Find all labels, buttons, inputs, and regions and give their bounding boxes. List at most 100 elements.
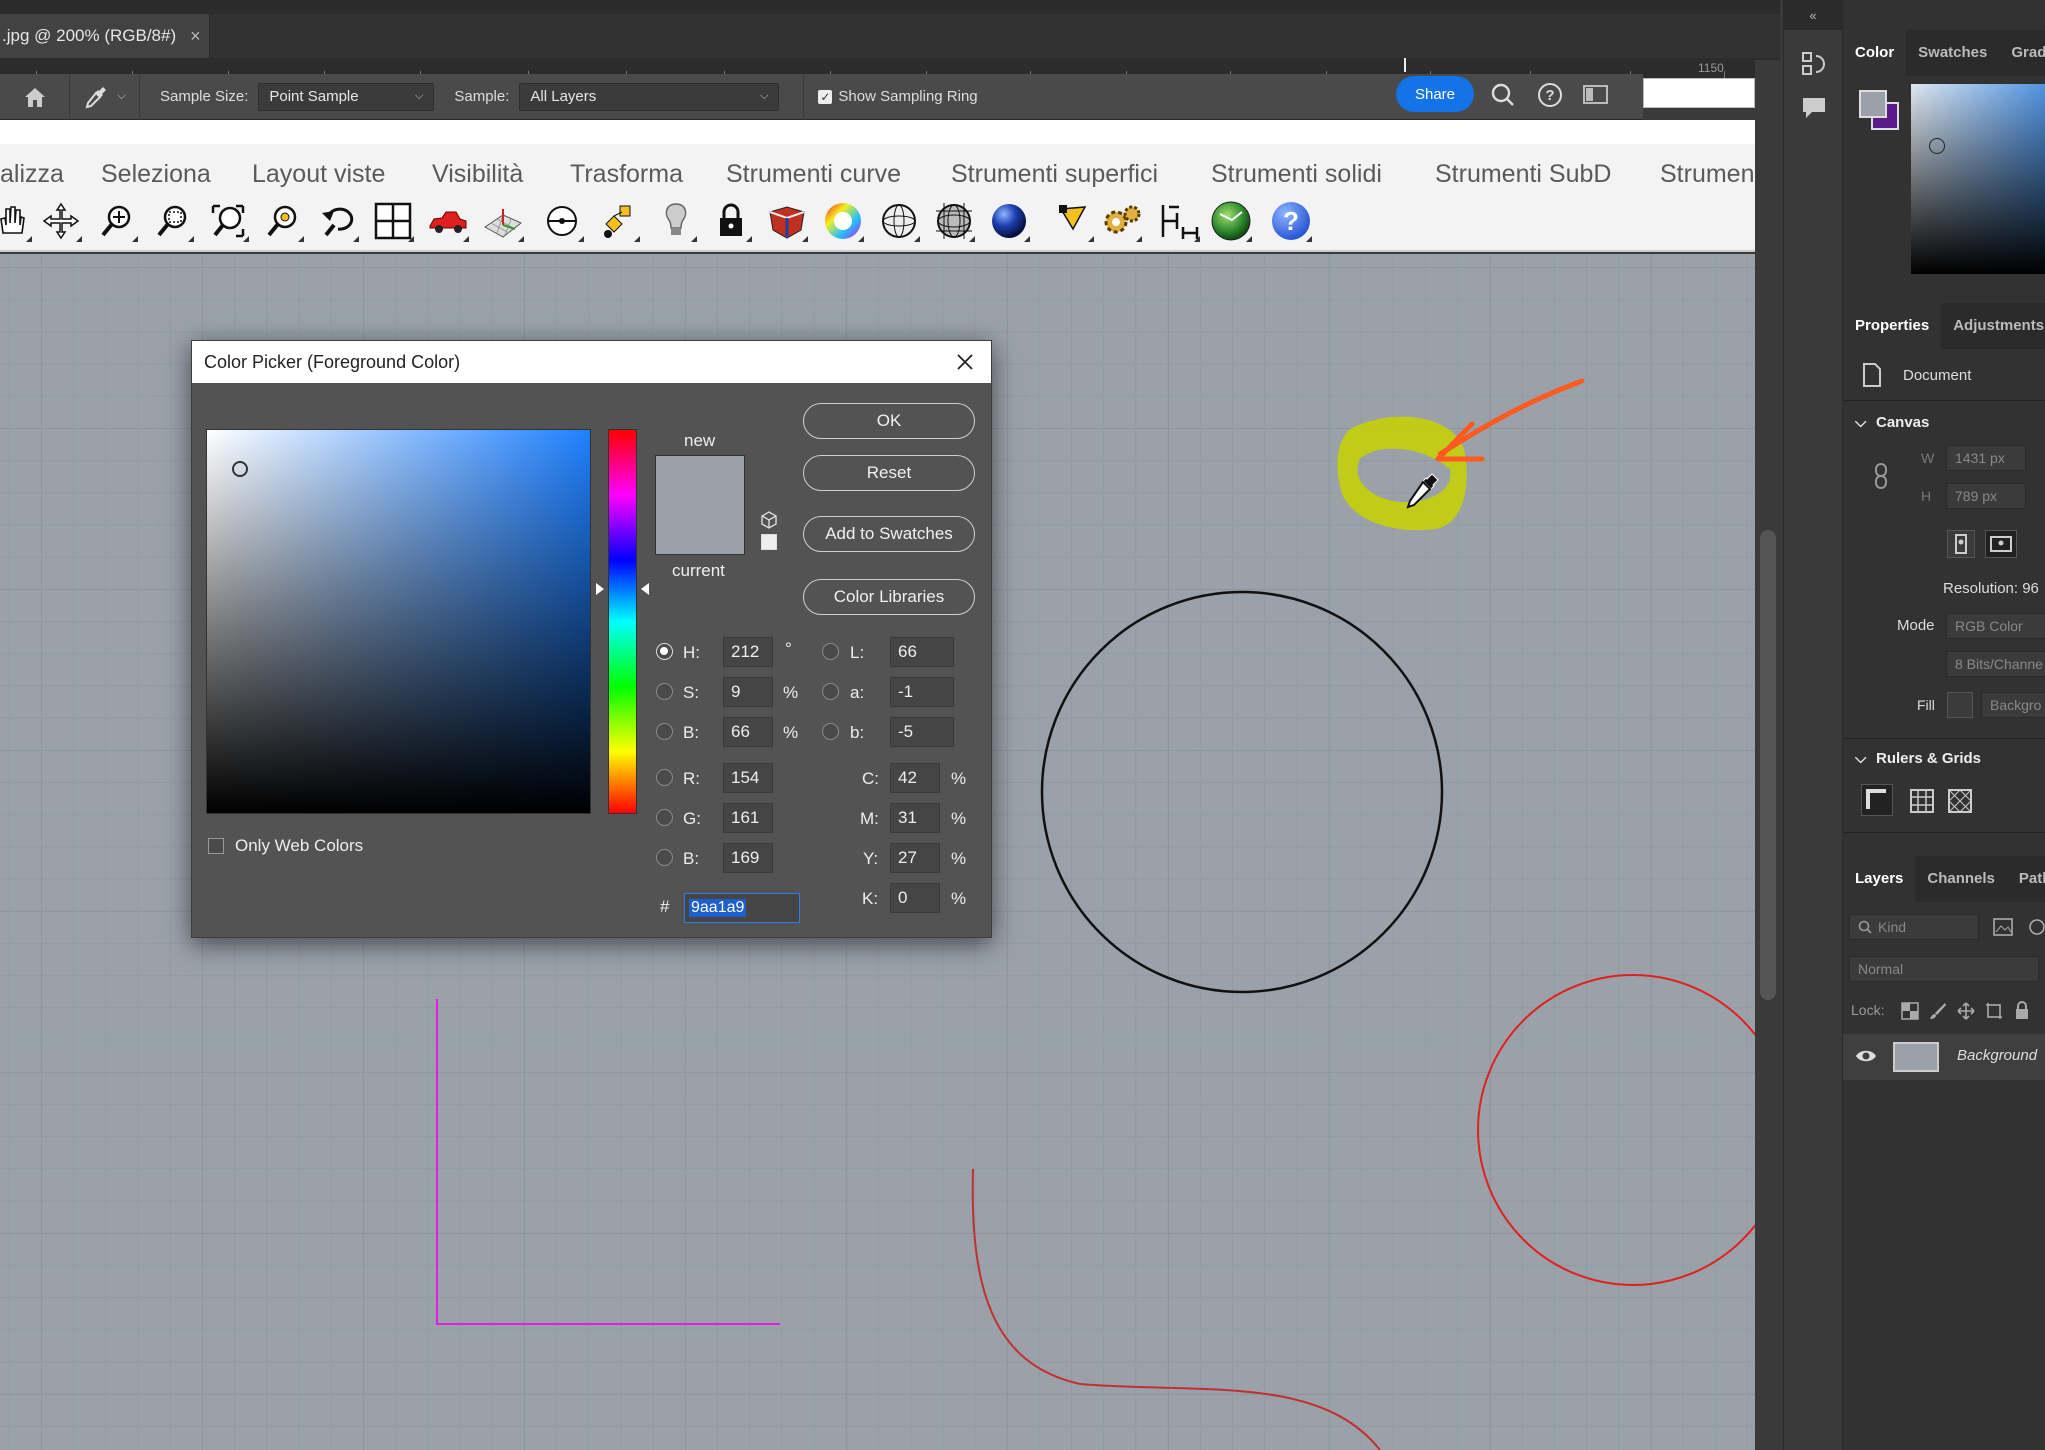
close-tab-icon[interactable]: × [190,26,201,47]
cplane-icon[interactable] [542,200,584,242]
analyze-icon[interactable] [598,200,640,242]
r-field[interactable]: 154 [723,763,773,793]
zoom-selected-icon[interactable] [262,200,304,242]
tab-color[interactable]: Color [1843,30,1907,76]
render-globe-icon[interactable] [1210,200,1252,242]
lab-b-field[interactable]: -5 [890,717,954,747]
menu-item-layout-viste[interactable]: Layout viste [252,160,385,189]
blue-field[interactable]: 169 [723,843,773,873]
a-radio[interactable] [822,683,839,700]
comments-icon[interactable] [1800,94,1828,122]
menu-item-strumenti-subd[interactable]: Strumenti SubD [1435,160,1611,189]
lock-artboard-icon[interactable] [1985,1002,2003,1020]
lock-move-icon[interactable] [1957,1002,1975,1020]
home-button[interactable] [0,73,70,120]
grid-toggle-icon[interactable] [1909,788,1935,814]
four-viewports-icon[interactable] [372,200,414,242]
zoom-dynamic-icon[interactable] [96,200,138,242]
pan-hand-icon[interactable] [0,200,32,242]
color-libraries-button[interactable]: Color Libraries [803,579,975,615]
tab-adjustments[interactable]: Adjustments [1941,303,2045,349]
filter-adjustment-icon[interactable] [2027,918,2045,936]
c-field[interactable]: 42 [890,763,940,793]
blend-mode-select[interactable]: Normal [1849,956,2039,982]
web-safe-warning-icon[interactable] [761,534,777,550]
lock-all-icon[interactable] [2013,1000,2031,1020]
lock-brush-icon[interactable] [1929,1002,1947,1020]
tool-preset-picker[interactable]: ⌵ [70,73,140,120]
history-icon[interactable] [1800,50,1828,78]
close-icon[interactable] [951,348,979,376]
add-to-swatches-button[interactable]: Add to Swatches [803,516,975,552]
portrait-orientation-icon[interactable] [1947,530,1975,558]
a-field[interactable]: -1 [890,677,954,707]
mode-select[interactable]: RGB Color [1946,613,2045,639]
car-icon[interactable] [427,200,469,242]
menu-item-strumenti-solidi[interactable]: Strumenti solidi [1211,160,1382,189]
tab-properties[interactable]: Properties [1843,303,1942,349]
s-field[interactable]: 9 [723,677,773,707]
brightness-field[interactable]: 66 [723,717,773,747]
width-field[interactable]: 1431 px [1946,445,2026,471]
bit-depth-select[interactable]: 8 Bits/Channe [1946,651,2045,677]
y-field[interactable]: 27 [890,843,940,873]
lab-b-radio[interactable] [822,723,839,740]
search-icon[interactable] [1490,82,1516,108]
menu-item-analizza[interactable]: alizza [0,160,64,189]
plane-grid-icon[interactable] [482,200,524,242]
h-radio[interactable] [656,643,673,660]
reset-button[interactable]: Reset [803,455,975,491]
settings-gear-icon[interactable] [1100,200,1142,242]
hue-slider-right-handle[interactable] [641,583,649,595]
document-tab[interactable]: .jpg @ 200% (RGB/8#) × [0,14,210,58]
hue-slider[interactable] [608,429,637,814]
spotlight-icon[interactable] [1052,200,1094,242]
collapse-panels-icon[interactable]: « [1784,0,1842,30]
k-field[interactable]: 0 [890,883,940,913]
menu-item-strumenti-superfici[interactable]: Strumenti superfici [951,160,1158,189]
help-icon[interactable]: ? [1270,200,1312,242]
h-field[interactable]: 212 [723,637,773,667]
menu-item-visibilita[interactable]: Visibilità [432,160,523,189]
blue-radio[interactable] [656,849,673,866]
menu-item-seleziona[interactable]: Seleziona [101,160,211,189]
color-field-mini[interactable] [1911,84,2045,274]
g-field[interactable]: 161 [723,803,773,833]
brightness-radio[interactable] [656,723,673,740]
tab-layers[interactable]: Layers [1843,856,1916,902]
link-icon[interactable] [1873,462,1889,490]
g-radio[interactable] [656,809,673,826]
out-of-gamut-cube-icon[interactable] [760,511,778,529]
menu-item-strumenti-curve[interactable]: Strumenti curve [726,160,901,189]
wireframe-sphere-icon[interactable] [878,200,920,242]
sample-select[interactable]: All Layers ⌵ [519,82,780,111]
l-field[interactable]: 66 [890,637,954,667]
color-wheel-icon[interactable] [822,200,864,242]
layer-row[interactable]: Background [1843,1034,2045,1080]
canvas-section-chevron-icon[interactable]: ⌵ [1855,414,1866,431]
foreground-color-swatch[interactable] [1859,90,1887,118]
zoom-window-icon[interactable] [152,200,194,242]
rendered-sphere-icon[interactable] [988,200,1030,242]
filter-image-icon[interactable] [1993,918,2013,936]
rotate-view-icon[interactable] [40,200,82,242]
hue-slider-left-handle[interactable] [596,583,604,595]
ok-button[interactable]: OK [803,403,975,439]
lock-transparency-icon[interactable] [1901,1002,1919,1020]
ghosted-sphere-icon[interactable] [933,200,975,242]
rulers-section-chevron-icon[interactable]: ⌵ [1855,750,1866,767]
r-radio[interactable] [656,769,673,786]
tab-paths[interactable]: Path [2007,856,2045,902]
lightbulb-icon[interactable] [655,200,697,242]
dimension-icon[interactable] [1158,200,1200,242]
layer-kind-filter[interactable]: Kind [1849,914,1979,940]
landscape-orientation-icon[interactable] [1985,530,2017,558]
undo-view-icon[interactable] [317,200,359,242]
only-web-colors-checkbox[interactable] [208,838,224,854]
menu-item-strumenti-more[interactable]: Strumen [1660,160,1754,189]
saturation-brightness-field[interactable] [206,429,591,814]
show-sampling-ring-checkbox[interactable]: ✓ [818,89,833,104]
help-icon[interactable]: ? [1537,82,1563,108]
pixel-grid-toggle-icon[interactable] [1947,788,1973,814]
visibility-eye-icon[interactable] [1855,1048,1877,1064]
